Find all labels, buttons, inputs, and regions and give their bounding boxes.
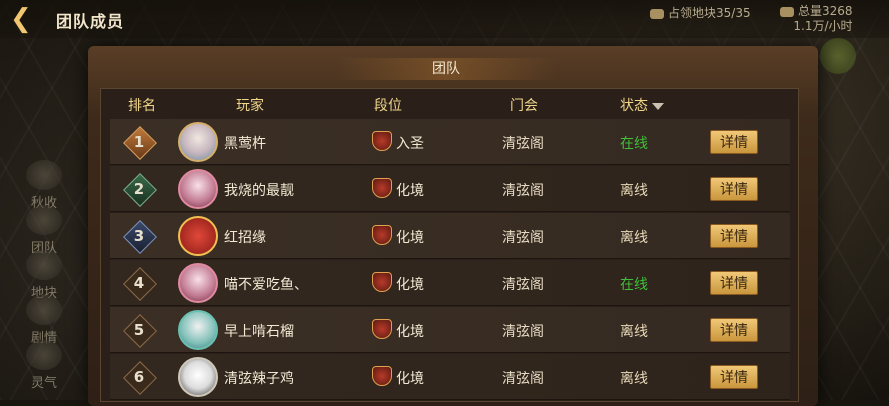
details-button[interactable]: 详情 — [710, 271, 758, 295]
tier-icon — [372, 225, 392, 245]
col-rank: 排名 — [128, 98, 156, 114]
tier-label: 化境 — [396, 230, 424, 246]
top-bar: ❮ 团队成员 占领地块35/35 总量3268 1.1万/小时 — [0, 0, 889, 38]
avatar[interactable] — [178, 263, 218, 303]
sort-down-icon — [652, 102, 664, 110]
status-label: 在线 — [620, 136, 648, 152]
side-item-team[interactable]: 团队 — [20, 205, 68, 256]
status-label: 离线 — [620, 230, 648, 246]
guild-label: 清弦阁 — [502, 136, 544, 152]
player-name: 红招缘 — [224, 230, 266, 246]
team-icon — [26, 205, 62, 235]
tier-icon — [372, 366, 392, 386]
territory-text: 占领地块35/35 — [668, 6, 751, 20]
rank-badge: 4 — [123, 267, 157, 301]
details-button[interactable]: 详情 — [710, 318, 758, 342]
player-name: 喵不爱吃鱼、 — [224, 277, 308, 293]
player-name: 我烧的最靓 — [224, 183, 294, 199]
col-status-label: 状态 — [620, 98, 648, 114]
back-button[interactable]: ❮ — [10, 6, 44, 32]
guild-label: 清弦阁 — [502, 324, 544, 340]
table-row: 6 清弦辣子鸡 化境 清弦阁 离线 详情 — [110, 354, 790, 400]
details-button[interactable]: 详情 — [710, 177, 758, 201]
avatar[interactable] — [178, 216, 218, 256]
avatar[interactable] — [178, 310, 218, 350]
status-label: 离线 — [620, 371, 648, 387]
col-status[interactable]: 状态 — [620, 95, 664, 115]
resource-total: 总量3268 — [780, 4, 853, 19]
territory-counter: 占领地块35/35 — [650, 4, 751, 21]
col-guild: 门会 — [510, 98, 538, 114]
guild-label: 清弦阁 — [502, 277, 544, 293]
player-name: 清弦辣子鸡 — [224, 371, 294, 387]
table-header: 排名 玩家 段位 门会 状态 — [100, 92, 797, 118]
tier-label: 化境 — [396, 324, 424, 340]
resource-icon — [780, 6, 794, 17]
table-row: 1 黑莺杵 入圣 清弦阁 在线 详情 — [110, 119, 790, 165]
avatar[interactable] — [178, 357, 218, 397]
table-row: 2 我烧的最靓 化境 清弦阁 离线 详情 — [110, 166, 790, 212]
side-label: 灵气 — [30, 376, 57, 391]
guild-label: 清弦阁 — [502, 230, 544, 246]
territory-icon — [650, 8, 664, 19]
story-icon — [26, 295, 62, 325]
side-item-plots[interactable]: 地块 — [20, 250, 68, 301]
guild-label: 清弦阁 — [502, 183, 544, 199]
tier-icon — [372, 131, 392, 151]
resource-rate: 1.1万/小时 — [793, 19, 853, 33]
plots-icon — [26, 250, 62, 280]
side-item-spirit[interactable]: 灵气 — [20, 340, 68, 391]
side-item-story[interactable]: 剧情 — [20, 295, 68, 346]
rank-2-badge: 2 — [123, 173, 157, 207]
side-item-harvest[interactable]: 秋收 — [20, 160, 68, 211]
tier-icon — [372, 178, 392, 198]
status-label: 在线 — [620, 277, 648, 293]
page-title: 团队成员 — [56, 12, 125, 31]
tier-label: 化境 — [396, 183, 424, 199]
table-row: 5 早上啃石榴 化境 清弦阁 离线 详情 — [110, 307, 790, 353]
chevron-left-icon: ❮ — [10, 4, 32, 34]
guild-label: 清弦阁 — [502, 371, 544, 387]
resource-counter: 总量3268 1.1万/小时 — [780, 4, 853, 34]
details-button[interactable]: 详情 — [710, 224, 758, 248]
rank-3-badge: 3 — [123, 220, 157, 254]
table-row: 3 红招缘 化境 清弦阁 离线 详情 — [110, 213, 790, 259]
col-player: 玩家 — [236, 98, 264, 114]
tier-label: 化境 — [396, 371, 424, 387]
player-name: 黑莺杵 — [224, 136, 266, 152]
status-label: 离线 — [620, 324, 648, 340]
harvest-icon — [26, 160, 62, 190]
resource-total-text: 总量3268 — [798, 4, 853, 18]
col-tier: 段位 — [374, 98, 402, 114]
details-button[interactable]: 详情 — [710, 365, 758, 389]
spirit-icon — [26, 340, 62, 370]
rank-badge: 6 — [123, 361, 157, 395]
avatar[interactable] — [178, 122, 218, 162]
rank-badge: 5 — [123, 314, 157, 348]
table-row: 4 喵不爱吃鱼、 化境 清弦阁 在线 详情 — [110, 260, 790, 306]
panel-title: 团队 — [335, 58, 557, 80]
tier-icon — [372, 319, 392, 339]
tier-label: 化境 — [396, 277, 424, 293]
status-label: 离线 — [620, 183, 648, 199]
details-button[interactable]: 详情 — [710, 130, 758, 154]
rank-1-badge: 1 — [123, 126, 157, 160]
tier-icon — [372, 272, 392, 292]
tier-label: 入圣 — [396, 136, 424, 152]
map-action-button[interactable] — [820, 38, 856, 74]
player-name: 早上啃石榴 — [224, 324, 294, 340]
avatar[interactable] — [178, 169, 218, 209]
